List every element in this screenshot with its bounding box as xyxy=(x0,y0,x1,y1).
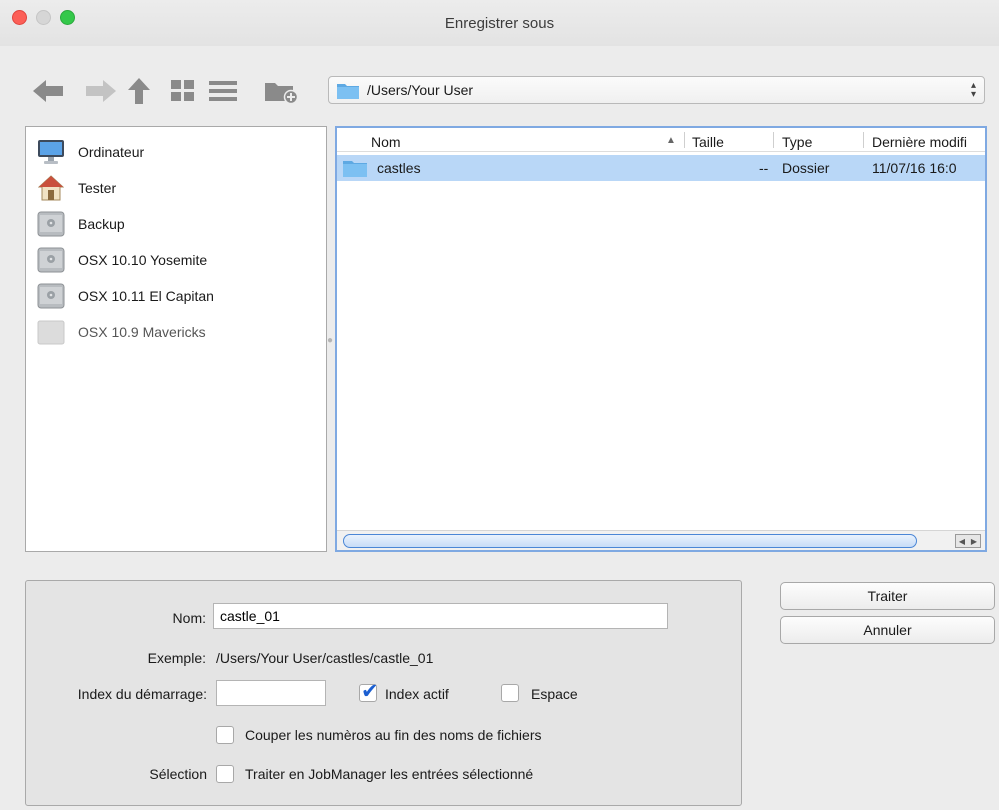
column-header: Nom ▲ Taille Type Dernière modifi xyxy=(337,128,985,152)
list-view-icon[interactable] xyxy=(207,78,239,104)
column-size[interactable]: Taille xyxy=(692,134,724,150)
index-active-checkbox[interactable] xyxy=(359,679,379,704)
folder-icon xyxy=(337,83,359,99)
cell-type: Dossier xyxy=(782,160,830,176)
cell-size: -- xyxy=(759,160,769,176)
sidebar-item-label: OSX 10.9 Mavericks xyxy=(78,324,206,340)
new-folder-icon[interactable] xyxy=(263,78,299,104)
column-separator[interactable] xyxy=(863,132,864,148)
start-index-input[interactable] xyxy=(216,680,326,706)
sidebar-item-label: OSX 10.10 Yosemite xyxy=(78,252,208,268)
arrow-left-icon[interactable] xyxy=(32,78,72,104)
sidebar-item-label: Ordinateur xyxy=(78,144,145,160)
selection-checkbox[interactable] xyxy=(216,765,234,783)
column-modified[interactable]: Dernière modifi xyxy=(872,134,985,150)
path-value: /Users/Your User xyxy=(367,82,474,98)
cell-name: castles xyxy=(377,160,421,176)
column-name[interactable]: Nom xyxy=(371,134,401,150)
path-select[interactable]: /Users/Your User ▴ ▾ xyxy=(328,76,985,104)
scroll-arrows[interactable]: ◀ ▶ xyxy=(955,534,981,548)
process-button[interactable]: Traiter xyxy=(780,582,995,610)
space-checkbox[interactable] xyxy=(501,684,519,702)
scroll-right-icon[interactable]: ▶ xyxy=(971,537,977,546)
file-browser: Nom ▲ Taille Type Dernière modifi castle… xyxy=(335,126,987,552)
name-input[interactable] xyxy=(213,603,668,629)
arrow-right-icon[interactable] xyxy=(80,78,118,104)
name-label: Nom: xyxy=(172,610,206,626)
select-arrows-icon: ▴ ▾ xyxy=(970,80,976,100)
disk-icon xyxy=(36,246,66,274)
sidebar-item-osx-el-capitan[interactable]: OSX 10.11 El Capitan xyxy=(36,281,214,311)
cell-modified: 11/07/16 16:0 xyxy=(872,160,957,176)
options-panel: Nom: Exemple: /Users/Your User/castles/c… xyxy=(25,580,742,806)
disk-icon xyxy=(36,210,66,238)
sidebar-item-ordinateur[interactable]: Ordinateur xyxy=(36,137,144,167)
space-label: Espace xyxy=(531,686,578,702)
sidebar-item-tester[interactable]: Tester xyxy=(36,173,116,203)
cancel-button[interactable]: Annuler xyxy=(780,616,995,644)
window-title: Enregistrer sous xyxy=(444,15,555,32)
selection-label: Sélection xyxy=(149,766,207,782)
home-icon xyxy=(36,174,66,202)
column-separator[interactable] xyxy=(773,132,774,148)
scrollbar-thumb[interactable] xyxy=(343,534,917,548)
column-type[interactable]: Type xyxy=(782,134,812,150)
horizontal-scrollbar[interactable]: ◀ ▶ xyxy=(337,530,985,550)
scroll-left-icon[interactable]: ◀ xyxy=(959,537,965,546)
title-bar: Enregistrer sous xyxy=(0,0,999,46)
start-index-label: Index du démarrage: xyxy=(77,686,207,702)
folder-icon xyxy=(343,161,367,177)
grid-view-icon[interactable] xyxy=(168,78,198,104)
trim-numbers-label: Couper les numèros au fin des noms de fi… xyxy=(245,727,542,743)
example-value: /Users/Your User/castles/castle_01 xyxy=(216,650,434,666)
sidebar-item-osx-yosemite[interactable]: OSX 10.10 Yosemite xyxy=(36,245,207,275)
trim-numbers-checkbox[interactable] xyxy=(216,726,234,744)
sidebar-item-backup[interactable]: Backup xyxy=(36,209,125,239)
sort-ascending-icon: ▲ xyxy=(666,135,676,146)
disk-icon xyxy=(36,282,66,310)
sidebar-item-osx-mavericks[interactable]: OSX 10.9 Mavericks xyxy=(36,317,206,347)
disk-icon xyxy=(36,318,66,346)
sidebar: Ordinateur Tester Backup OSX 10.10 Yosem… xyxy=(25,126,327,552)
sidebar-item-label: Tester xyxy=(78,180,117,196)
sidebar-item-label: Backup xyxy=(78,216,125,232)
sidebar-item-label: OSX 10.11 El Capitan xyxy=(78,288,214,304)
arrow-up-icon[interactable] xyxy=(124,78,154,104)
table-row[interactable]: castles -- Dossier 11/07/16 16:0 xyxy=(337,155,985,181)
splitter-handle[interactable]: ● xyxy=(327,335,333,346)
index-active-label: Index actif xyxy=(385,686,449,702)
computer-icon xyxy=(36,138,66,166)
selection-option-label: Traiter en JobManager les entrées sélect… xyxy=(245,766,534,782)
column-separator[interactable] xyxy=(684,132,685,148)
example-label: Exemple: xyxy=(147,650,206,666)
